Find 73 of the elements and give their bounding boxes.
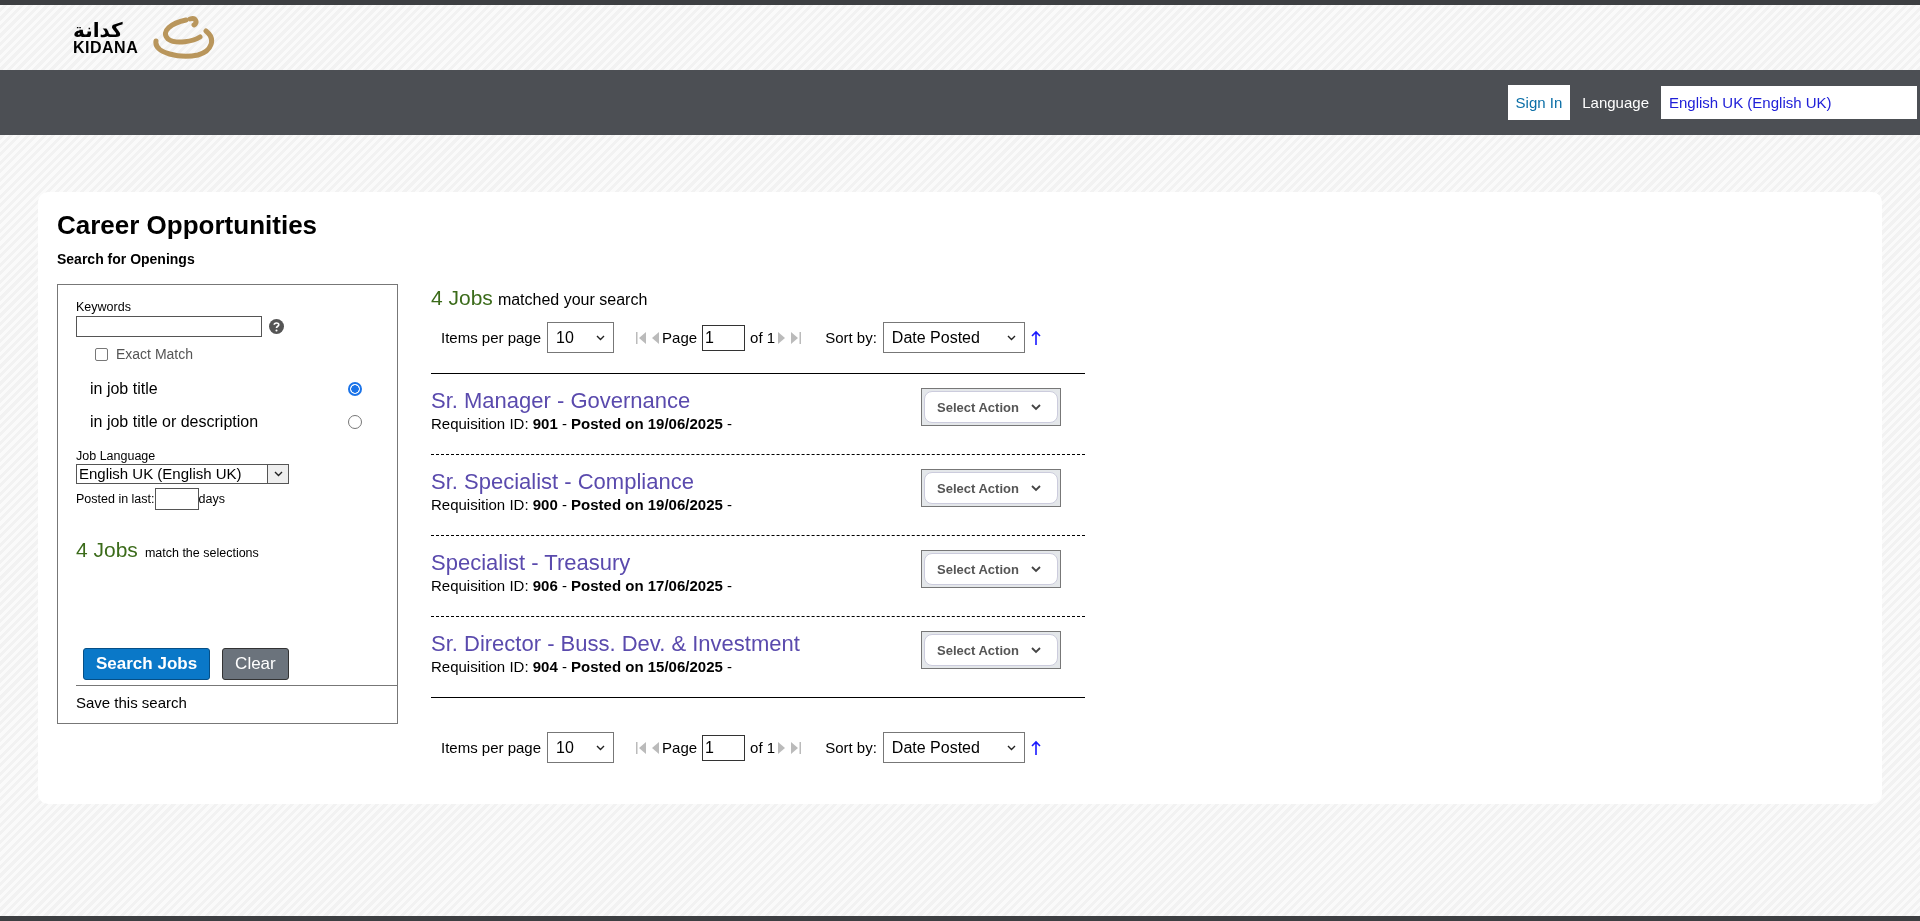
job-title-link[interactable]: Sr. Specialist - Compliance <box>431 469 732 495</box>
first-page-icon[interactable] <box>634 330 649 345</box>
items-per-page-select[interactable]: 10 <box>547 732 615 763</box>
logo-swirl-icon <box>150 14 217 61</box>
page-subtitle: Search for Openings <box>57 251 196 267</box>
job-details-text: Requisition ID: 901 - Posted on 19/06/2025 - <box>431 415 732 432</box>
job-title-link[interactable]: Specialist - Treasury <box>431 550 732 576</box>
help-icon[interactable] <box>269 319 284 334</box>
scope-option-label: in job title or description <box>90 413 259 431</box>
logo-text: KIDANA <box>73 39 139 56</box>
caret-icon <box>1006 744 1016 751</box>
page-title: Career Opportunities <box>57 210 319 241</box>
results-count-text: matched your search <box>497 291 648 309</box>
job-title-link[interactable]: Sr. Director - Buss. Dev. & Investment <box>431 631 800 657</box>
caret-icon <box>1030 647 1041 654</box>
keywords-field[interactable] <box>76 316 262 337</box>
page-total-label: of 1 <box>750 739 776 756</box>
caret-icon <box>1030 566 1041 573</box>
save-search-link[interactable]: Save this search <box>76 685 398 711</box>
scope-radio[interactable] <box>348 382 362 396</box>
scope-option-label: in job title <box>90 380 158 398</box>
job-language-select[interactable]: English UK (English UK) <box>76 464 289 484</box>
language-label: Language <box>1582 94 1649 111</box>
logo-arabic-text: كدانة <box>73 19 123 40</box>
first-page-icon[interactable] <box>634 740 649 755</box>
select-action-button[interactable]: Select Action <box>924 391 1058 423</box>
previous-page-icon[interactable] <box>651 740 660 755</box>
sort-select[interactable]: Date Posted <box>882 732 1025 763</box>
select-action-button[interactable]: Select Action <box>924 553 1058 585</box>
select-action-button[interactable]: Select Action <box>924 472 1058 504</box>
items-per-page-label: Items per page <box>441 329 542 346</box>
sort-direction-arrow-icon[interactable] <box>1030 739 1041 756</box>
sort-direction-arrow-icon[interactable] <box>1030 329 1041 346</box>
days-label: days <box>198 492 225 506</box>
days-field[interactable] <box>154 488 199 510</box>
page-label: Page <box>662 739 698 756</box>
language-select[interactable]: English UK (English UK) <box>1661 86 1917 119</box>
caret-icon <box>596 334 606 341</box>
posted-in-last-label: Posted in last: <box>76 492 155 506</box>
caret-icon <box>1030 485 1041 492</box>
sort-by-label: Sort by: <box>825 329 877 346</box>
exact-match-checkbox[interactable] <box>95 347 108 361</box>
previous-page-icon[interactable] <box>651 330 660 345</box>
keywords-label: Keywords <box>76 300 132 314</box>
page-label: Page <box>662 329 698 346</box>
select-action-button[interactable]: Select Action <box>924 634 1058 666</box>
next-page-icon[interactable] <box>778 740 787 755</box>
sort-select[interactable]: Date Posted <box>882 322 1025 353</box>
items-per-page-select[interactable]: 10 <box>547 322 615 353</box>
page-number-field[interactable]: 1 <box>702 324 746 351</box>
job-title-link[interactable]: Sr. Manager - Governance <box>431 388 732 414</box>
clear-button[interactable]: Clear <box>222 648 289 680</box>
last-page-icon[interactable] <box>789 740 804 755</box>
match-count: 4 Jobs <box>76 538 138 562</box>
job-details-text: Requisition ID: 904 - Posted on 15/06/2025 - <box>431 658 733 675</box>
page-total-label: of 1 <box>750 329 776 346</box>
caret-icon <box>273 471 283 477</box>
sort-by-label: Sort by: <box>825 739 877 756</box>
sign-in-link[interactable]: Sign In <box>1507 85 1571 120</box>
job-language-label: Job Language <box>76 449 157 463</box>
exact-match-label: Exact Match <box>116 346 194 362</box>
job-details-text: Requisition ID: 906 - Posted on 17/06/2025 - <box>431 577 732 594</box>
job-details-text: Requisition ID: 900 - Posted on 19/06/2025 - <box>431 496 732 513</box>
caret-icon <box>596 744 606 751</box>
caret-icon <box>1006 334 1016 341</box>
results-count: 4 Jobs <box>431 286 493 310</box>
match-text: match the selections <box>144 546 259 560</box>
caret-icon <box>1030 404 1041 411</box>
search-jobs-button[interactable]: Search Jobs <box>83 648 211 680</box>
next-page-icon[interactable] <box>778 330 787 345</box>
page-number-field[interactable]: 1 <box>702 734 746 761</box>
last-page-icon[interactable] <box>789 330 804 345</box>
items-per-page-label: Items per page <box>441 739 542 756</box>
